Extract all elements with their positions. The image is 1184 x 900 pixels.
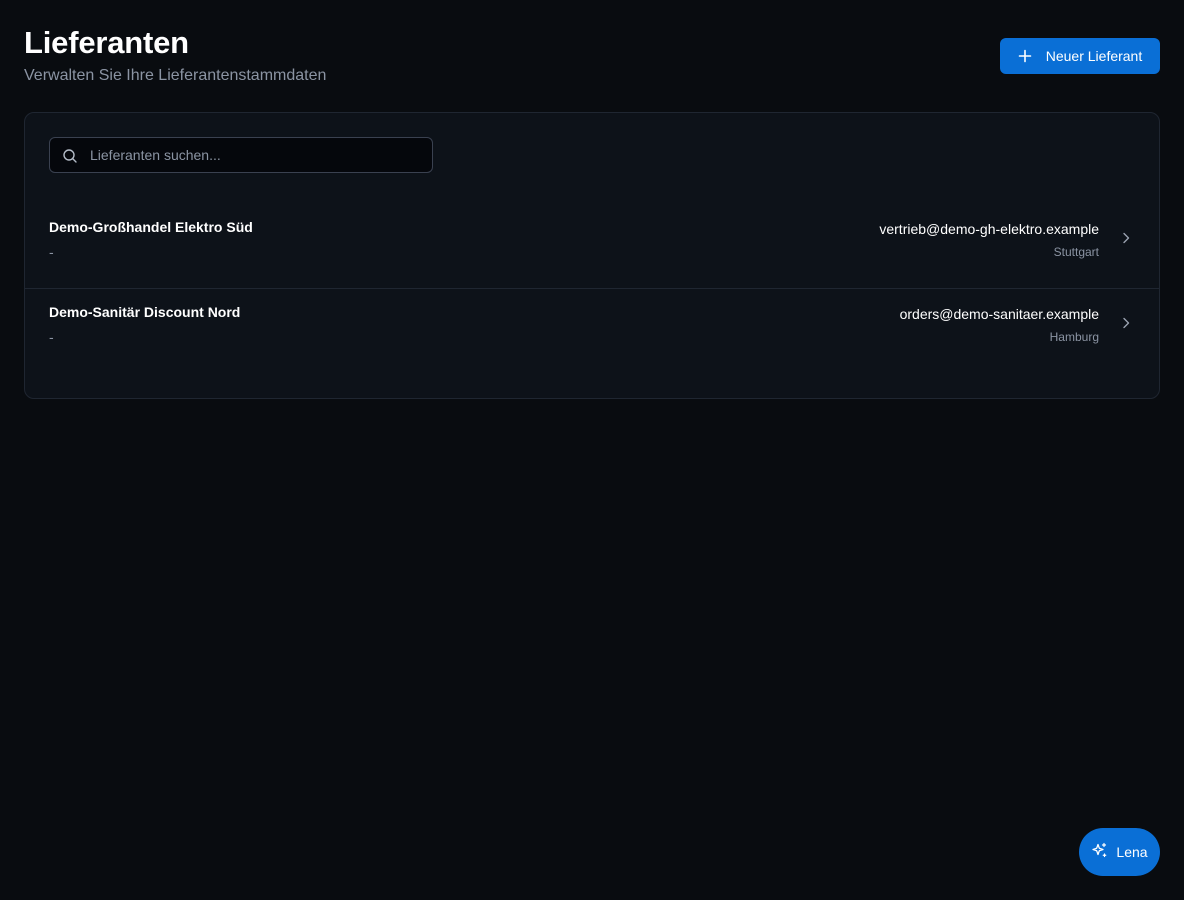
supplier-city: Hamburg bbox=[1049, 330, 1099, 344]
assistant-button-label: Lena bbox=[1116, 844, 1148, 860]
supplier-name: Demo-Sanitär Discount Nord bbox=[49, 304, 241, 320]
chevron-right-icon bbox=[1119, 316, 1133, 335]
supplier-email: orders@demo-sanitaer.example bbox=[899, 306, 1099, 322]
supplier-name: Demo-Großhandel Elektro Süd bbox=[49, 219, 253, 235]
supplier-subline: - bbox=[49, 244, 54, 260]
assistant-button[interactable]: Lena bbox=[1079, 828, 1160, 876]
sparkles-icon bbox=[1091, 842, 1108, 862]
page: Lieferanten Verwalten Sie Ihre Lieferant… bbox=[0, 0, 1184, 900]
search-box bbox=[49, 137, 433, 173]
supplier-row[interactable]: Demo-Sanitär Discount Nord - orders@demo… bbox=[25, 290, 1159, 374]
plus-icon bbox=[1018, 49, 1032, 63]
new-supplier-button-label: Neuer Lieferant bbox=[1045, 48, 1143, 64]
page-header: Lieferanten Verwalten Sie Ihre Lieferant… bbox=[24, 24, 1160, 88]
chevron-right-icon bbox=[1119, 231, 1133, 250]
supplier-subline: - bbox=[49, 329, 54, 345]
page-subtitle: Verwalten Sie Ihre Lieferantenstammdaten bbox=[24, 67, 327, 84]
supplier-row[interactable]: Demo-Großhandel Elektro Süd - vertrieb@d… bbox=[25, 205, 1159, 289]
supplier-email: vertrieb@demo-gh-elektro.example bbox=[879, 221, 1099, 237]
search-icon bbox=[62, 148, 78, 169]
supplier-city: Stuttgart bbox=[1053, 245, 1099, 259]
supplier-list-card: Demo-Großhandel Elektro Süd - vertrieb@d… bbox=[24, 112, 1160, 399]
new-supplier-button[interactable]: Neuer Lieferant bbox=[1000, 38, 1160, 74]
page-title: Lieferanten bbox=[24, 25, 189, 60]
search-input[interactable] bbox=[90, 138, 424, 172]
